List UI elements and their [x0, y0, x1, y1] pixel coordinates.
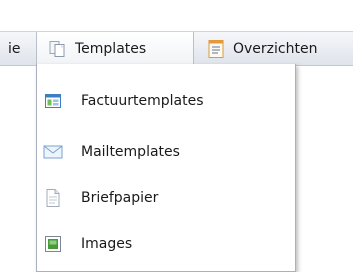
image-icon: [43, 234, 63, 254]
menu-option-mailtemplates[interactable]: Mailtemplates: [37, 130, 295, 174]
menu-option-label: Factuurtemplates: [81, 93, 204, 109]
letter-paper-icon: [43, 188, 63, 208]
menu-item-templates-label: Templates: [75, 40, 147, 57]
invoice-template-icon: [43, 91, 63, 111]
menu-option-label: Briefpapier: [81, 190, 159, 206]
menu-option-briefpapier[interactable]: Briefpapier: [37, 176, 295, 220]
menubar: ie Templates Overzichten: [0, 31, 353, 66]
menu-item-overzichten-label: Overzichten: [233, 40, 318, 57]
report-document-icon: [206, 39, 226, 59]
menu-option-images[interactable]: Images: [37, 222, 295, 266]
menu-item-partial[interactable]: ie: [0, 32, 36, 65]
menu-item-overzichten[interactable]: Overzichten: [200, 32, 353, 65]
copy-pages-icon: [47, 39, 67, 59]
menu-option-label: Mailtemplates: [81, 144, 180, 160]
menu-item-templates[interactable]: Templates: [36, 32, 194, 65]
envelope-icon: [43, 142, 63, 162]
menu-option-label: Images: [81, 236, 133, 252]
menu-item-partial-label: ie: [8, 40, 21, 57]
templates-dropdown-menu: Factuurtemplates Mailtemplates Briefpapi…: [36, 64, 296, 272]
menu-option-factuurtemplates[interactable]: Factuurtemplates: [37, 79, 295, 123]
